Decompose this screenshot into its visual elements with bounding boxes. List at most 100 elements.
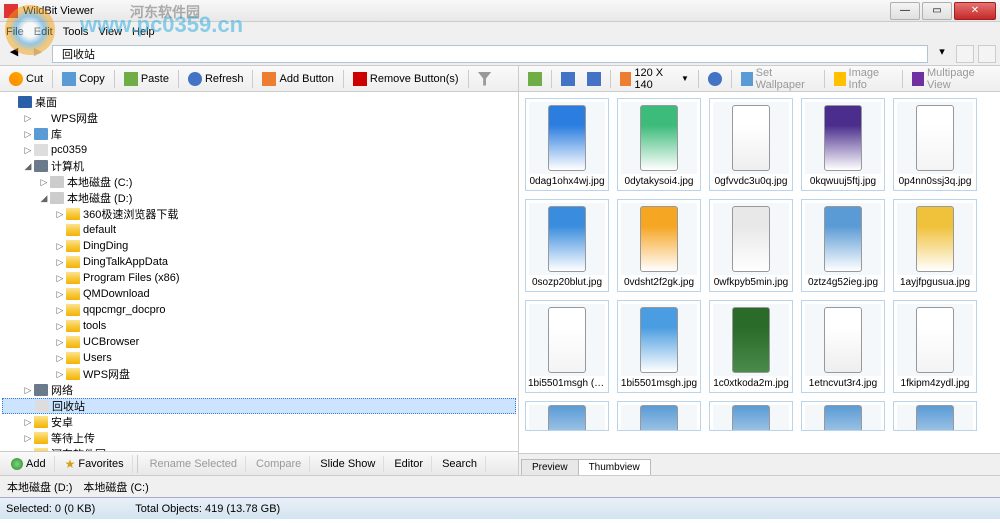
thumbnail[interactable]: 0dytakysoi4.jpg [617,98,701,191]
expander-icon[interactable]: ▷ [38,177,50,188]
tree-item[interactable]: ▷UCBrowser [2,334,516,350]
expander-icon[interactable]: ▷ [22,113,34,124]
path-input[interactable]: 回收站 [52,45,928,63]
tree-item[interactable]: ▷pc0359 [2,142,516,158]
filter-button[interactable] [473,70,497,88]
rotate-button[interactable] [523,70,547,88]
expander-icon[interactable]: ▷ [22,433,34,444]
thumbnail[interactable]: 0ztz4g52ieg.jpg [801,199,885,292]
thumbsize-button[interactable]: 120 X 140▼ [615,65,694,93]
search-button[interactable]: Search [434,456,486,472]
tree-item[interactable]: ◢计算机 [2,158,516,174]
paste-button[interactable]: Paste [119,70,174,88]
tree-item[interactable]: ▷等待上传 [2,430,516,446]
thumbnail[interactable]: 0wfkpyb5min.jpg [709,199,793,292]
expander-icon[interactable]: ▷ [22,145,34,156]
tree-item[interactable]: ▷Program Files (x86) [2,270,516,286]
tree-item[interactable]: ▷QMDownload [2,286,516,302]
expander-icon[interactable]: ▷ [54,321,66,332]
favorites-button[interactable]: ★Favorites [57,455,133,473]
tree-item[interactable]: ▷WPS网盘 [2,110,516,126]
add-toolbar-button[interactable]: Add Button [257,70,338,88]
thumbnail[interactable] [617,401,701,431]
drive-d[interactable]: 本地磁盘 (D:) [4,479,72,495]
expander-icon[interactable]: ▷ [54,305,66,316]
refresh-button[interactable]: Refresh [183,70,249,88]
refresh-thumbs-button[interactable] [703,70,727,88]
copy-button[interactable]: Copy [57,70,110,88]
tab-thumbview[interactable]: Thumbview [578,459,651,475]
minimize-button[interactable]: — [890,2,920,20]
expander-icon[interactable]: ▷ [54,337,66,348]
thumbnail[interactable]: 0kqwuuj5ftj.jpg [801,98,885,191]
compare-button[interactable]: Compare [248,456,310,472]
tree-item[interactable]: ▷本地磁盘 (C:) [2,174,516,190]
tree-item[interactable]: 回收站 [2,398,516,414]
nav-fwd-icon[interactable]: ▶ [28,45,48,63]
menu-view[interactable]: View [98,26,122,38]
menu-tools[interactable]: Tools [63,26,89,38]
expander-icon[interactable]: ▷ [54,241,66,252]
expander-icon[interactable]: ▷ [54,209,66,220]
drive-c[interactable]: 本地磁盘 (C:) [80,479,148,495]
up-button[interactable] [556,70,580,88]
wallpaper-button[interactable]: Set Wallpaper [736,65,820,93]
menu-edit[interactable]: Edit [34,26,53,38]
tree-item[interactable]: default [2,222,516,238]
tree-item[interactable]: ▷DingTalkAppData [2,254,516,270]
expander-icon[interactable]: ▷ [54,369,66,380]
thumbnail[interactable]: 1ayjfpgusua.jpg [893,199,977,292]
expander-icon[interactable]: ▷ [22,417,34,428]
expander-icon[interactable]: ▷ [54,273,66,284]
menu-file[interactable]: File [6,26,24,38]
tree-item[interactable]: 桌面 [2,94,516,110]
maximize-button[interactable]: ▭ [922,2,952,20]
expander-icon[interactable]: ▷ [22,129,34,140]
thumbnail-grid[interactable]: 0dag1ohx4wj.jpg0dytakysoi4.jpg0gfvvdc3u0… [519,92,1000,453]
thumbnail[interactable]: 0sozp20blut.jpg [525,199,609,292]
thumbnail[interactable]: 0gfvvdc3u0q.jpg [709,98,793,191]
thumbnail[interactable] [709,401,793,431]
thumbnail[interactable]: 0p4nn0ssj3q.jpg [893,98,977,191]
menu-help[interactable]: Help [132,26,155,38]
path-dropdown-icon[interactable]: ▾ [932,45,952,63]
thumbnail[interactable] [801,401,885,431]
slideshow-button[interactable]: Slide Show [312,456,384,472]
thumbnail[interactable]: 1bi5501msgh (1).jpg [525,300,609,393]
tree-item[interactable]: ▷网络 [2,382,516,398]
cut-button[interactable]: Cut [4,70,48,88]
editor-button[interactable]: Editor [386,456,432,472]
down-button[interactable] [582,70,606,88]
tree-item[interactable]: ▷Users [2,350,516,366]
fullscreen-button[interactable] [978,45,996,63]
panel-toggle-button[interactable] [956,45,974,63]
thumbnail[interactable] [525,401,609,431]
tree-item[interactable]: ▷tools [2,318,516,334]
add-button[interactable]: Add [3,456,55,472]
thumbnail[interactable]: 0dag1ohx4wj.jpg [525,98,609,191]
tree-item[interactable]: ▷qqpcmgr_docpro [2,302,516,318]
tree-item[interactable]: ▷DingDing [2,238,516,254]
tree-item[interactable]: ◢本地磁盘 (D:) [2,190,516,206]
imageinfo-button[interactable]: Image Info [829,65,899,93]
tree-item[interactable]: ▷库 [2,126,516,142]
close-button[interactable]: ✕ [954,2,996,20]
tree-item[interactable]: ▷360极速浏览器下载 [2,206,516,222]
tree-item[interactable]: ▷WPS网盘 [2,366,516,382]
expander-icon[interactable]: ▷ [54,289,66,300]
multipage-button[interactable]: Multipage View [907,65,996,93]
expander-icon[interactable]: ▷ [54,257,66,268]
remove-toolbar-button[interactable]: Remove Button(s) [348,70,464,88]
expander-icon[interactable]: ◢ [22,161,34,172]
thumbnail[interactable] [893,401,977,431]
thumbnail[interactable]: 1etncvut3r4.jpg [801,300,885,393]
expander-icon[interactable]: ◢ [38,193,50,204]
expander-icon[interactable]: ▷ [54,353,66,364]
thumbnail[interactable]: 1fkipm4zydl.jpg [893,300,977,393]
thumbnail[interactable]: 1bi5501msgh.jpg [617,300,701,393]
tab-preview[interactable]: Preview [521,459,579,475]
thumbnail[interactable]: 1c0xtkoda2m.jpg [709,300,793,393]
nav-back-icon[interactable]: ◀ [4,45,24,63]
tree-item[interactable]: ▷安卓 [2,414,516,430]
thumbnail[interactable]: 0vdsht2f2gk.jpg [617,199,701,292]
